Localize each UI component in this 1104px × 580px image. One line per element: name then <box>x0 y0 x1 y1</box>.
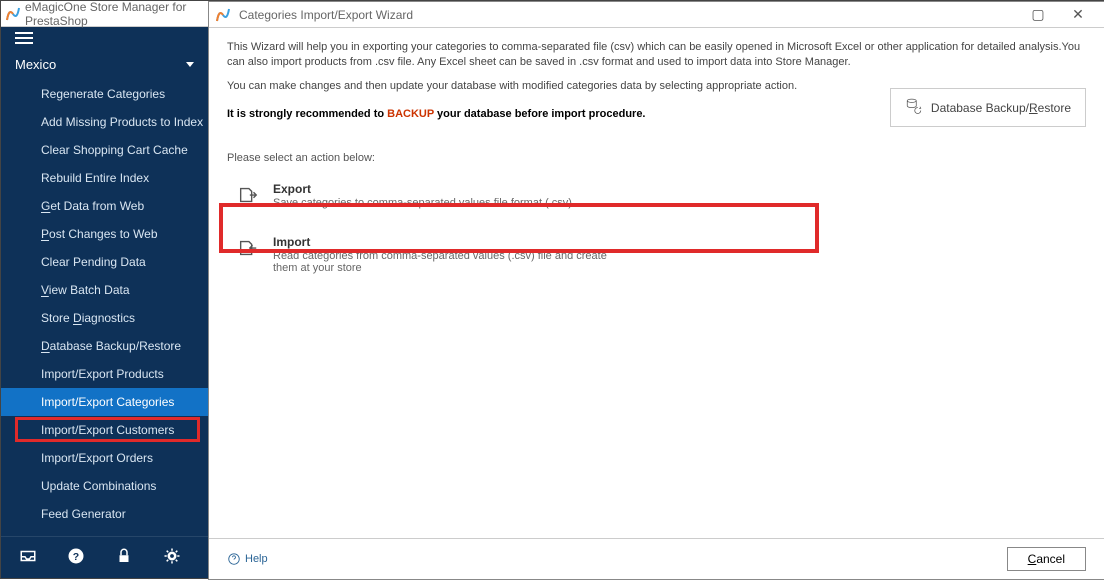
sidebar-item-get-data-web[interactable]: Get Data from Web <box>1 192 208 220</box>
database-backup-icon <box>905 97 923 118</box>
sidebar-item-import-export-products[interactable]: Import/Export Products <box>1 360 208 388</box>
import-icon <box>237 237 259 259</box>
sidebar-item-database-backup-restore[interactable]: Database Backup/Restore <box>1 332 208 360</box>
sidebar-menu: Regenerate Categories Add Missing Produc… <box>1 80 208 528</box>
wizard-titlebar: Categories Import/Export Wizard ▢ ✕ <box>209 2 1104 28</box>
help-link[interactable]: Help <box>227 552 268 566</box>
database-backup-restore-button[interactable]: Database Backup/Restore <box>890 88 1086 127</box>
gear-icon[interactable] <box>163 547 181 568</box>
hamburger-menu-button[interactable] <box>1 27 208 49</box>
wizard-intro-1: This Wizard will help you in exporting y… <box>227 40 1086 71</box>
wizard-title: Categories Import/Export Wizard <box>239 8 413 22</box>
sidebar-item-import-export-customers[interactable]: Import/Export Customers <box>1 416 208 444</box>
svg-text:?: ? <box>73 551 79 563</box>
sidebar-item-update-combinations[interactable]: Update Combinations <box>1 472 208 500</box>
sidebar-item-rebuild-index[interactable]: Rebuild Entire Index <box>1 164 208 192</box>
cancel-button[interactable]: Cancel <box>1007 547 1086 571</box>
wizard-footer: Help Cancel <box>209 538 1104 579</box>
action-import-desc: Read categories from comma-separated val… <box>273 250 617 274</box>
hamburger-icon <box>15 37 33 39</box>
wizard-window: Categories Import/Export Wizard ▢ ✕ This… <box>208 1 1104 580</box>
sidebar-item-import-export-categories[interactable]: Import/Export Categories <box>1 388 208 416</box>
help-link-label: Help <box>245 553 268 565</box>
sidebar: Mexico Regenerate Categories Add Missing… <box>1 1 208 578</box>
sidebar-item-add-missing-products[interactable]: Add Missing Products to Index <box>1 108 208 136</box>
lock-icon[interactable] <box>115 547 133 568</box>
app-titlebar: eMagicOne Store Manager for PrestaShop <box>1 1 208 27</box>
window-close-button[interactable]: ✕ <box>1058 3 1098 27</box>
sidebar-item-feed-generator[interactable]: Feed Generator <box>1 500 208 528</box>
action-export-title: Export <box>273 182 572 196</box>
sidebar-footer: ? <box>1 536 208 578</box>
sidebar-item-view-batch-data[interactable]: View Batch Data <box>1 276 208 304</box>
sidebar-item-clear-pending-data[interactable]: Clear Pending Data <box>1 248 208 276</box>
sidebar-item-post-changes-web[interactable]: Post Changes to Web <box>1 220 208 248</box>
help-icon[interactable]: ? <box>67 547 85 568</box>
action-export-desc: Save categories to comma-separated value… <box>273 197 572 209</box>
action-export[interactable]: Export Save categories to comma-separate… <box>227 174 627 217</box>
action-list: Export Save categories to comma-separate… <box>227 174 1086 282</box>
app-title: eMagicOne Store Manager for PrestaShop <box>25 0 208 28</box>
action-import[interactable]: Import Read categories from comma-separa… <box>227 227 627 282</box>
window-maximize-button[interactable]: ▢ <box>1018 3 1058 27</box>
inbox-icon[interactable] <box>19 547 37 568</box>
wizard-logo-icon <box>215 7 231 23</box>
export-icon <box>237 184 259 206</box>
sidebar-section-label: Mexico <box>15 57 56 72</box>
action-import-title: Import <box>273 235 617 249</box>
backup-button-label: Database Backup/Restore <box>931 101 1071 115</box>
app-logo-icon <box>5 6 21 22</box>
sidebar-item-import-export-orders[interactable]: Import/Export Orders <box>1 444 208 472</box>
sidebar-item-clear-cart-cache[interactable]: Clear Shopping Cart Cache <box>1 136 208 164</box>
wizard-body: This Wizard will help you in exporting y… <box>209 28 1104 538</box>
please-select-label: Please select an action below: <box>227 152 1086 164</box>
sidebar-item-store-diagnostics[interactable]: Store Diagnostics <box>1 304 208 332</box>
chevron-down-icon <box>186 62 194 67</box>
sidebar-item-regenerate-categories[interactable]: Regenerate Categories <box>1 80 208 108</box>
sidebar-section-header[interactable]: Mexico <box>1 49 208 80</box>
